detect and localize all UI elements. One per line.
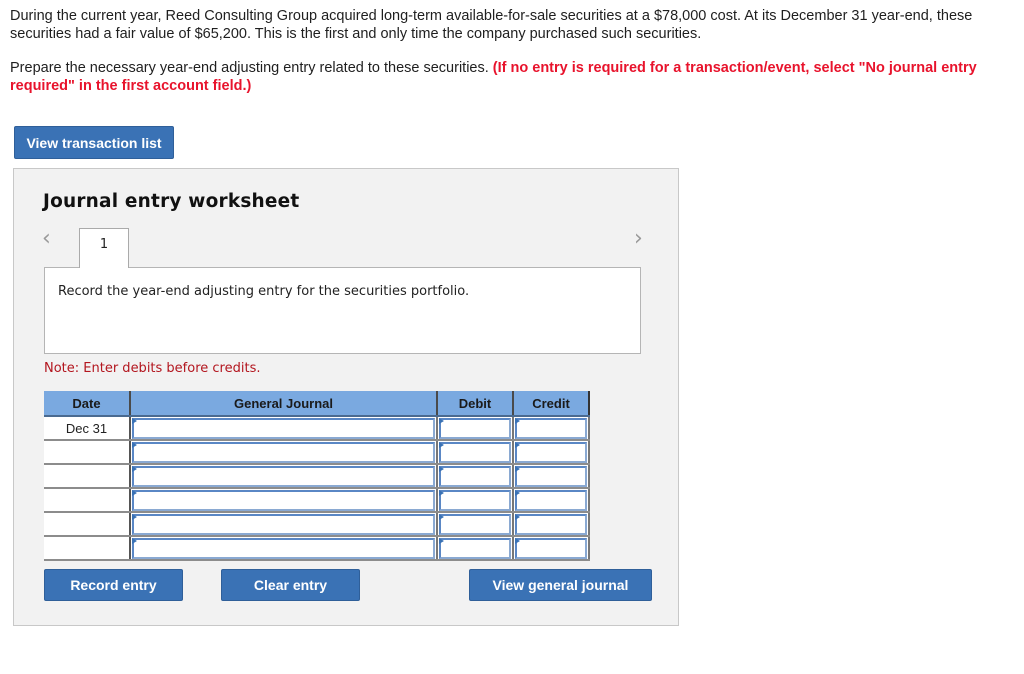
- table-row: [44, 488, 590, 513]
- credit-input[interactable]: [515, 514, 587, 535]
- date-cell: [44, 464, 131, 489]
- account-input[interactable]: [132, 442, 435, 463]
- chevron-right-icon[interactable]: ›: [634, 227, 643, 251]
- instruction-box: Record the year-end adjusting entry for …: [44, 267, 641, 354]
- worksheet-title: Journal entry worksheet: [43, 191, 300, 212]
- view-transaction-list-button[interactable]: View transaction list: [14, 126, 174, 159]
- table-row: [44, 464, 590, 489]
- date-cell: Dec 31: [44, 416, 131, 441]
- credit-input[interactable]: [515, 442, 587, 463]
- journal-entry-worksheet: Journal entry worksheet ‹ 1 › Record the…: [13, 168, 679, 626]
- debit-input[interactable]: [439, 514, 511, 535]
- credit-input[interactable]: [515, 538, 587, 559]
- credit-input[interactable]: [515, 490, 587, 511]
- debit-input[interactable]: [439, 418, 511, 439]
- instruction-text: Record the year-end adjusting entry for …: [58, 284, 470, 299]
- tab-label: 1: [99, 237, 109, 252]
- debit-input[interactable]: [439, 538, 511, 559]
- chevron-left-icon[interactable]: ‹: [42, 227, 51, 251]
- date-cell: [44, 536, 131, 561]
- account-input[interactable]: [132, 466, 435, 487]
- table-row: [44, 536, 590, 561]
- header-general-journal: General Journal: [130, 391, 438, 417]
- date-cell: [44, 488, 131, 513]
- table-row: [44, 440, 590, 465]
- tab-entry-1[interactable]: 1: [79, 228, 129, 268]
- table-header-row: Date General Journal Debit Credit: [44, 391, 590, 417]
- table-row: Dec 31: [44, 416, 590, 441]
- date-cell: [44, 440, 131, 465]
- date-cell: [44, 512, 131, 537]
- credit-input[interactable]: [515, 466, 587, 487]
- header-date: Date: [44, 391, 131, 417]
- view-general-journal-button[interactable]: View general journal: [469, 569, 652, 601]
- journal-table: Date General Journal Debit Credit Dec 31: [44, 391, 590, 561]
- header-credit: Credit: [513, 391, 590, 417]
- record-entry-button[interactable]: Record entry: [44, 569, 183, 601]
- credit-input[interactable]: [515, 418, 587, 439]
- instruction-text: Prepare the necessary year-end adjusting…: [10, 60, 493, 76]
- account-input[interactable]: [132, 538, 435, 559]
- debit-input[interactable]: [439, 466, 511, 487]
- account-input[interactable]: [132, 514, 435, 535]
- debit-input[interactable]: [439, 490, 511, 511]
- header-debit: Debit: [437, 391, 514, 417]
- clear-entry-button[interactable]: Clear entry: [221, 569, 360, 601]
- problem-paragraph: During the current year, Reed Consulting…: [10, 8, 973, 42]
- table-row: [44, 512, 590, 537]
- account-input[interactable]: [132, 490, 435, 511]
- account-input[interactable]: [132, 418, 435, 439]
- note-text: Note: Enter debits before credits.: [44, 361, 261, 376]
- problem-statement: During the current year, Reed Consulting…: [10, 7, 1000, 95]
- debit-input[interactable]: [439, 442, 511, 463]
- instruction-paragraph: Prepare the necessary year-end adjusting…: [10, 59, 1000, 95]
